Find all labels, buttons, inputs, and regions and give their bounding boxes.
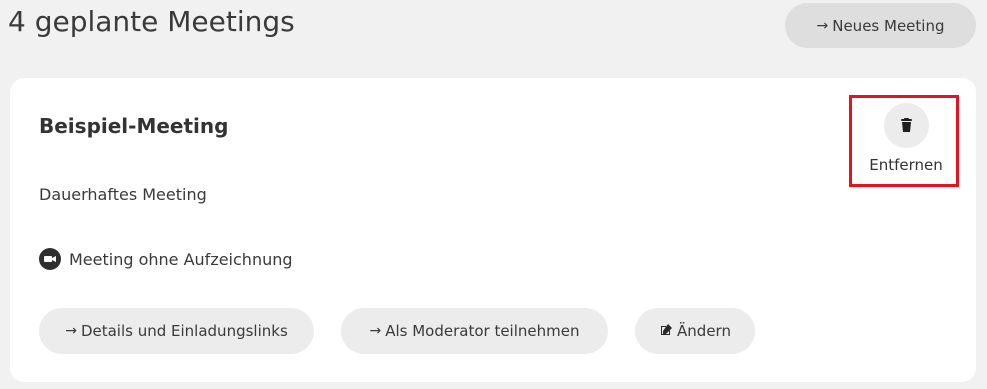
meeting-title: Beispiel-Meeting xyxy=(39,114,229,138)
edit-meeting-label: Ändern xyxy=(677,322,731,340)
meeting-type: Dauerhaftes Meeting xyxy=(39,185,207,204)
join-as-moderator-label: Als Moderator teilnehmen xyxy=(385,322,580,340)
arrow-right-icon: → xyxy=(369,323,382,339)
new-meeting-label: Neues Meeting xyxy=(832,16,945,35)
details-and-invite-links-button[interactable]: → Details und Einladungslinks xyxy=(39,308,314,354)
remove-meeting-button[interactable]: Entfernen xyxy=(861,103,951,183)
video-camera-icon xyxy=(39,248,61,270)
meeting-card: Beispiel-Meeting Dauerhaftes Meeting Mee… xyxy=(10,78,976,382)
trash-icon[interactable] xyxy=(883,103,929,148)
join-as-moderator-button[interactable]: → Als Moderator teilnehmen xyxy=(341,308,608,354)
edit-meeting-button[interactable]: Ändern xyxy=(635,308,755,354)
page-title: 4 geplante Meetings xyxy=(8,5,295,38)
remove-label: Entfernen xyxy=(869,156,943,174)
edit-icon xyxy=(659,323,673,340)
new-meeting-button[interactable]: → Neues Meeting xyxy=(785,3,976,48)
arrow-right-icon: → xyxy=(816,17,829,34)
details-and-invite-links-label: Details und Einladungslinks xyxy=(80,322,288,340)
arrow-right-icon: → xyxy=(65,323,77,339)
recording-status: Meeting ohne Aufzeichnung xyxy=(39,248,293,270)
recording-status-label: Meeting ohne Aufzeichnung xyxy=(69,249,293,269)
